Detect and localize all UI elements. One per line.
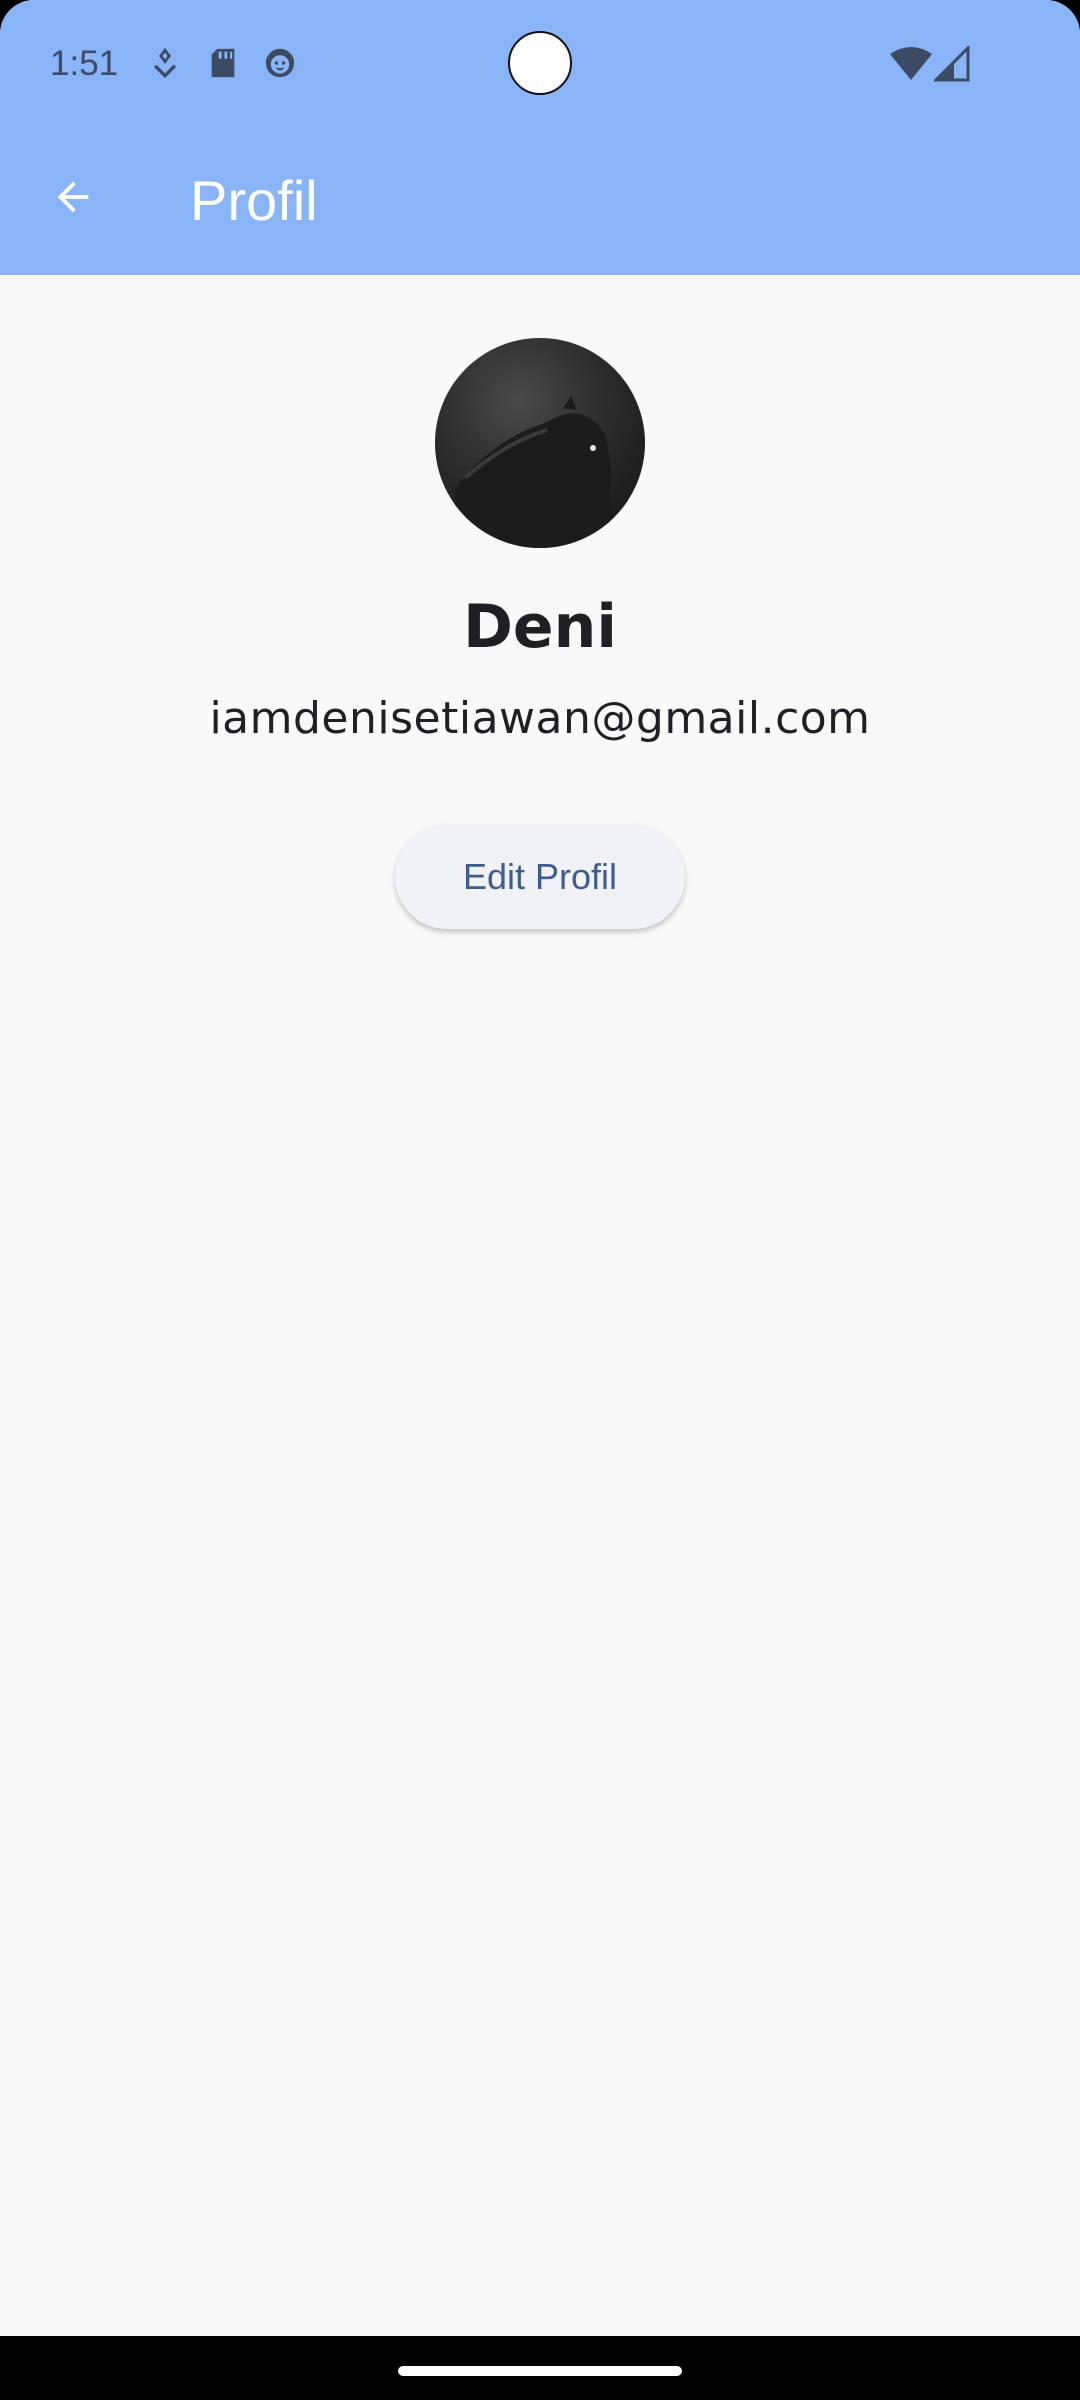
profile-name: Deni — [463, 592, 617, 662]
sd-card-icon — [206, 46, 240, 80]
avatar — [435, 338, 645, 548]
front-camera — [508, 31, 572, 95]
profile-email: iamdenisetiawan@gmail.com — [209, 693, 871, 744]
top-bar: 1:51 Profil — [0, 0, 1080, 275]
status-time: 1:51 — [50, 44, 119, 83]
arrow-back-icon — [50, 174, 96, 225]
page-title: Profil — [190, 169, 318, 232]
app-bar: Profil — [0, 130, 1080, 275]
back-button[interactable] — [38, 164, 108, 234]
edit-profile-button[interactable]: Edit Profil — [395, 825, 685, 929]
cellular-signal-icon — [932, 44, 970, 82]
screen: 1:51 Profil Deni iamdenisetiawan@gmail.c… — [0, 0, 1080, 2400]
location-drop-icon — [148, 46, 182, 80]
face-icon — [263, 46, 297, 80]
home-gesture-handle[interactable] — [398, 2366, 682, 2376]
wifi-icon — [890, 46, 932, 82]
status-bar: 1:51 — [0, 0, 1080, 130]
edit-profile-label: Edit Profil — [462, 856, 618, 897]
